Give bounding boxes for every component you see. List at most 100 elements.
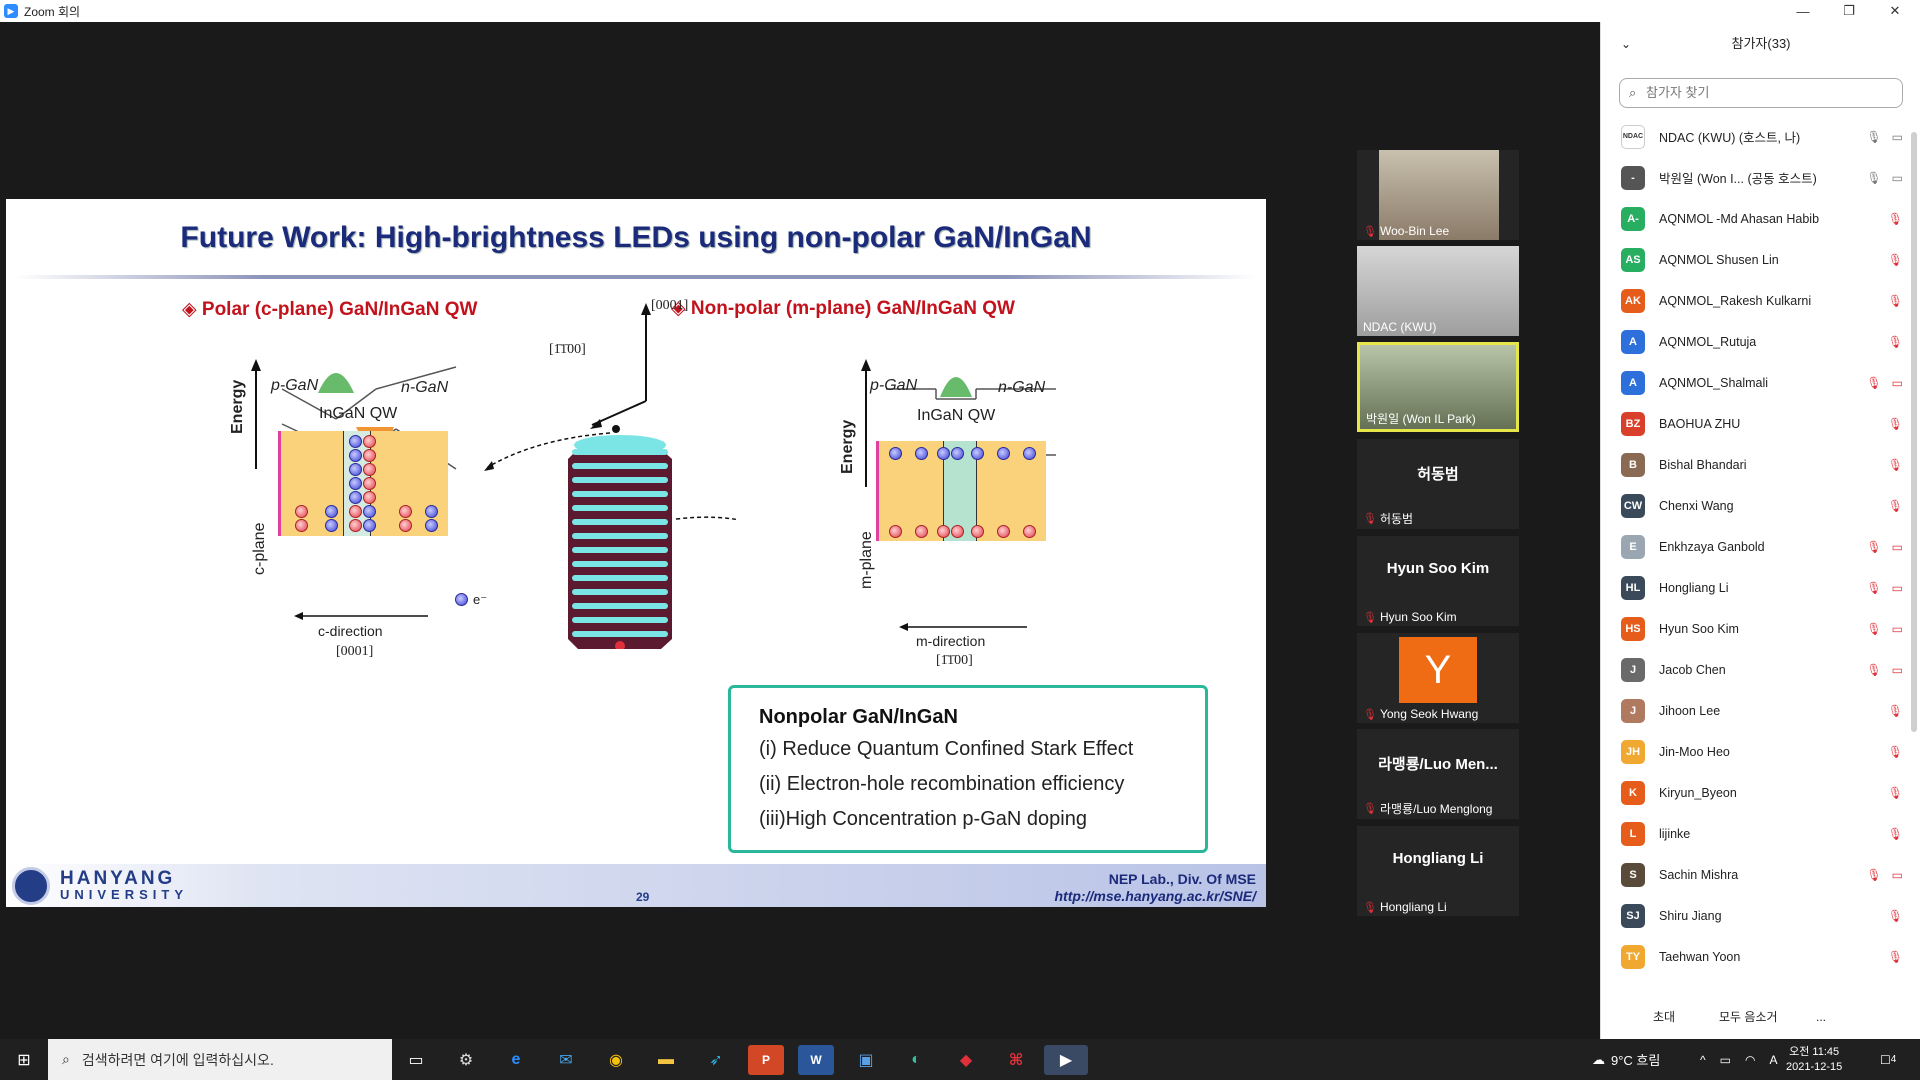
wifi-icon[interactable]: ◠ bbox=[1745, 1053, 1755, 1067]
mic-muted-icon[interactable]: 🎙 bbox=[1888, 950, 1903, 964]
word-icon[interactable]: W bbox=[798, 1045, 834, 1075]
mic-muted-icon[interactable]: 🎙 bbox=[1888, 786, 1903, 800]
mic-muted-icon[interactable]: 🎙 bbox=[1888, 745, 1903, 759]
mic-muted-icon[interactable]: 🎙 bbox=[1888, 253, 1903, 267]
participant-avatar: S bbox=[1621, 862, 1645, 887]
participant-row[interactable]: A AQNMOL_Rutuja 🎙 bbox=[1601, 321, 1911, 362]
participant-row[interactable]: J Jacob Chen 🎙 ▭ bbox=[1601, 649, 1911, 690]
participant-row[interactable]: A AQNMOL_Shalmali 🎙 ▭ bbox=[1601, 362, 1911, 403]
participant-status-icons: 🎙 ▭ bbox=[1866, 567, 1903, 608]
participant-row[interactable]: S Sachin Mishra 🎙 ▭ bbox=[1601, 854, 1911, 895]
minimize-button[interactable]: — bbox=[1780, 0, 1826, 22]
mute-all-button[interactable]: 모두 음소거 bbox=[1709, 1005, 1788, 1029]
video-off-icon[interactable]: ▭ bbox=[1892, 663, 1903, 677]
participant-row[interactable]: E Enkhzaya Ganbold 🎙 ▭ bbox=[1601, 526, 1911, 567]
mic-muted-icon[interactable]: 🎙 bbox=[1888, 335, 1903, 349]
participant-row[interactable]: AS AQNMOL Shusen Lin 🎙 bbox=[1601, 239, 1911, 280]
edge-icon[interactable]: ◐ bbox=[898, 1045, 934, 1075]
mic-muted-icon[interactable]: 🎙 bbox=[1866, 540, 1881, 554]
red-app-icon[interactable]: ◆ bbox=[948, 1045, 984, 1075]
participant-row[interactable]: NDAC NDAC (KWU) (호스트, 나) 🎙 ▭ bbox=[1601, 116, 1911, 157]
edge-legacy-icon[interactable]: e bbox=[498, 1045, 534, 1075]
store-icon[interactable]: ▣ bbox=[848, 1045, 884, 1075]
video-tile-heo-dongbeom[interactable]: 허동범 🎙 허동범 bbox=[1357, 439, 1519, 529]
mic-muted-icon[interactable]: 🎙 bbox=[1866, 581, 1881, 595]
mic-muted-icon[interactable]: 🎙 bbox=[1866, 622, 1881, 636]
participant-row[interactable]: CW Chenxi Wang 🎙 bbox=[1601, 485, 1911, 526]
participant-avatar: A- bbox=[1621, 206, 1645, 231]
restore-button[interactable]: ❐ bbox=[1826, 0, 1872, 22]
taskbar-clock[interactable]: 오전 11:45 2021-12-15 bbox=[1786, 1039, 1842, 1080]
notification-center-icon[interactable]: ☐ 4 bbox=[1880, 1039, 1896, 1080]
taskbar-search-box[interactable]: ⌕ 검색하려면 여기에 입력하십시오. bbox=[48, 1039, 392, 1080]
mic-muted-icon[interactable]: 🎙 bbox=[1888, 499, 1903, 513]
mail-app-icon[interactable]: ✉ bbox=[548, 1045, 584, 1075]
video-off-icon[interactable]: ▭ bbox=[1892, 868, 1903, 882]
video-icon[interactable]: ▭ bbox=[1892, 171, 1903, 185]
ime-indicator[interactable]: A bbox=[1769, 1053, 1777, 1067]
mic-muted-icon[interactable]: 🎙 bbox=[1888, 212, 1903, 226]
participant-search-input[interactable]: ⌕ 참가자 찾기 bbox=[1619, 78, 1903, 108]
participant-row[interactable]: J Jihoon Lee 🎙 bbox=[1601, 690, 1911, 731]
summary-heading: Nonpolar GaN/InGaN bbox=[759, 706, 958, 728]
mic-icon[interactable]: 🎙 bbox=[1866, 171, 1881, 185]
participant-row[interactable]: HS Hyun Soo Kim 🎙 ▭ bbox=[1601, 608, 1911, 649]
zoom-taskbar-icon[interactable]: ▶ bbox=[1044, 1045, 1088, 1075]
video-off-icon[interactable]: ▭ bbox=[1892, 540, 1903, 554]
settings-app-icon[interactable]: ⚙ bbox=[448, 1045, 484, 1075]
participant-row[interactable]: JH Jin-Moo Heo 🎙 bbox=[1601, 731, 1911, 772]
video-tile-hongliang-li[interactable]: Hongliang Li 🎙 Hongliang Li bbox=[1357, 826, 1519, 916]
participant-row[interactable]: BZ BAOHUA ZHU 🎙 bbox=[1601, 403, 1911, 444]
video-icon[interactable]: ▭ bbox=[1892, 130, 1903, 144]
video-tile-luo-menglong[interactable]: 라맹룡/Luo Men... 🎙 라맹룡/Luo Menglong bbox=[1357, 729, 1519, 819]
panel-header: ⌄ 참가자(33) bbox=[1601, 22, 1920, 66]
mic-muted-icon[interactable]: 🎙 bbox=[1888, 417, 1903, 431]
participant-list-scrollbar[interactable] bbox=[1911, 132, 1917, 732]
video-tile-hyun-soo-kim[interactable]: Hyun Soo Kim 🎙 Hyun Soo Kim bbox=[1357, 536, 1519, 626]
acrobat-icon[interactable]: ⌘ bbox=[998, 1045, 1034, 1075]
participant-row[interactable]: AK AQNMOL_Rakesh Kulkarni 🎙 bbox=[1601, 280, 1911, 321]
invite-button[interactable]: 초대 bbox=[1643, 1005, 1685, 1029]
task-view-icon[interactable]: ▭ bbox=[398, 1045, 434, 1075]
video-tile-yong-seok-hwang[interactable]: Y 🎙 Yong Seok Hwang bbox=[1357, 633, 1519, 723]
participant-row[interactable]: SJ Shiru Jiang 🎙 bbox=[1601, 895, 1911, 936]
more-button[interactable]: ... bbox=[1806, 1005, 1836, 1029]
participant-row[interactable]: Llijinke 🎙 bbox=[1601, 813, 1911, 854]
mic-muted-icon[interactable]: 🎙 bbox=[1888, 458, 1903, 472]
battery-icon[interactable]: ▭ bbox=[1720, 1053, 1731, 1067]
c-direction-label: c-direction bbox=[318, 623, 383, 639]
app-bird-icon[interactable]: ➶ bbox=[698, 1045, 734, 1075]
mic-muted-icon[interactable]: 🎙 bbox=[1866, 376, 1881, 390]
video-tile-ndac[interactable]: NDAC (KWU) bbox=[1357, 246, 1519, 336]
participant-avatar: JH bbox=[1621, 739, 1645, 764]
mic-icon[interactable]: 🎙 bbox=[1866, 130, 1881, 144]
participant-row[interactable]: B Bishal Bhandari 🎙 bbox=[1601, 444, 1911, 485]
mic-muted-icon[interactable]: 🎙 bbox=[1888, 294, 1903, 308]
participant-row[interactable]: TY Taehwan Yoon 🎙 bbox=[1601, 936, 1911, 977]
participant-row[interactable]: A- AQNMOL -Md Ahasan Habib 🎙 bbox=[1601, 198, 1911, 239]
participant-row[interactable]: HL Hongliang Li 🎙 ▭ bbox=[1601, 567, 1911, 608]
file-explorer-icon[interactable]: ▬ bbox=[648, 1045, 684, 1075]
mic-muted-icon[interactable]: 🎙 bbox=[1888, 909, 1903, 923]
participant-row[interactable]: K Kiryun_Byeon 🎙 bbox=[1601, 772, 1911, 813]
video-tile-woo-bin-lee[interactable]: 🎙 Woo-Bin Lee bbox=[1357, 150, 1519, 240]
tray-chevron-icon[interactable]: ^ bbox=[1700, 1053, 1706, 1067]
chrome-icon[interactable]: ◉ bbox=[598, 1045, 634, 1075]
weather-widget[interactable]: ☁ 9°C 흐림 bbox=[1592, 1039, 1660, 1080]
close-button[interactable]: ✕ bbox=[1872, 0, 1918, 22]
participant-avatar: J bbox=[1621, 698, 1645, 723]
collapse-chevron-icon[interactable]: ⌄ bbox=[1621, 22, 1631, 66]
powerpoint-icon[interactable]: P bbox=[748, 1045, 784, 1075]
mic-muted-icon[interactable]: 🎙 bbox=[1888, 704, 1903, 718]
participant-row[interactable]: - 박원일 (Won I... (공동 호스트) 🎙 ▭ bbox=[1601, 157, 1911, 198]
mic-muted-icon[interactable]: 🎙 bbox=[1866, 663, 1881, 677]
participant-status-icons: 🎙 bbox=[1888, 690, 1903, 731]
mic-muted-icon[interactable]: 🎙 bbox=[1866, 868, 1881, 882]
panel-footer: 초대 모두 음소거 ... bbox=[1601, 997, 1920, 1037]
video-off-icon[interactable]: ▭ bbox=[1892, 581, 1903, 595]
mic-muted-icon[interactable]: 🎙 bbox=[1888, 827, 1903, 841]
video-off-icon[interactable]: ▭ bbox=[1892, 622, 1903, 636]
video-off-icon[interactable]: ▭ bbox=[1892, 376, 1903, 390]
video-tile-won-il-park[interactable]: 박원일 (Won IL Park) bbox=[1357, 342, 1519, 432]
windows-start-icon[interactable]: ⊞ bbox=[0, 1039, 48, 1080]
